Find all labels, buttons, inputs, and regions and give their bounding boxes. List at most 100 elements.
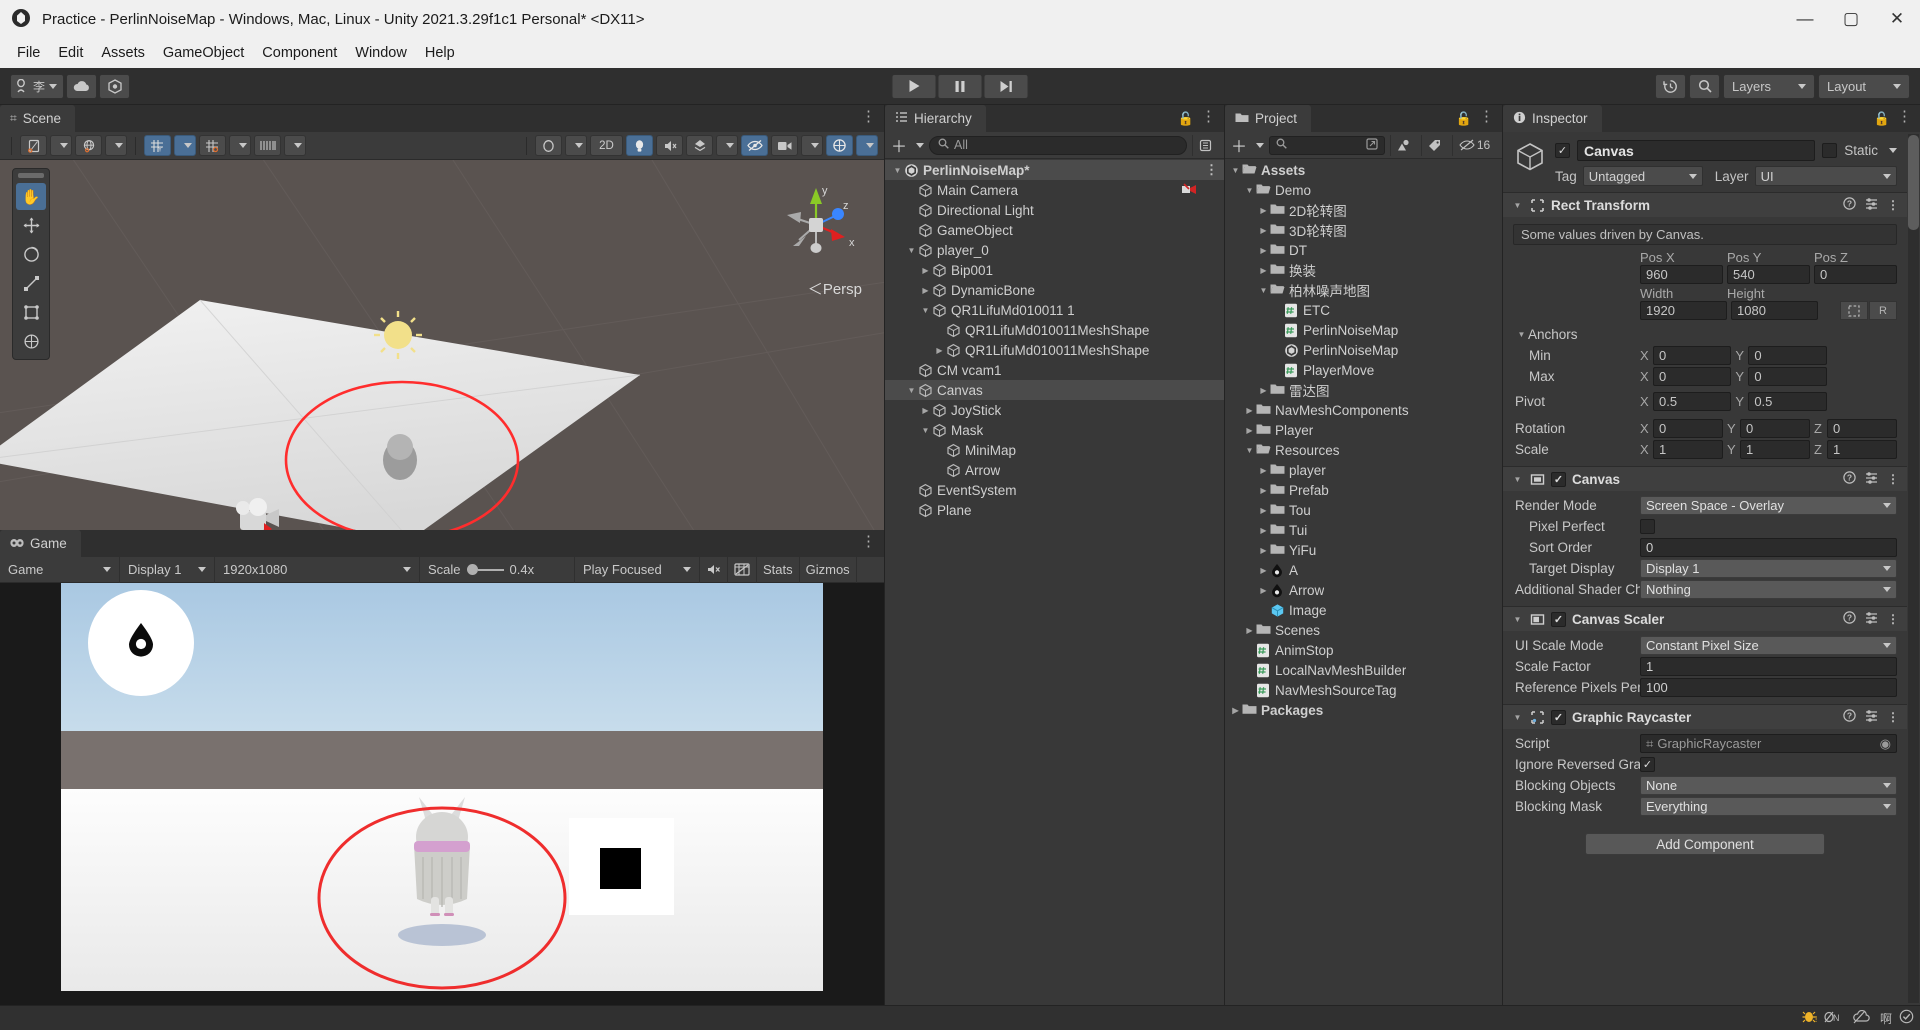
graphic-raycaster-enabled-checkbox[interactable]: ✓ (1551, 709, 1566, 725)
project-item-a[interactable]: ▶ A (1225, 560, 1502, 580)
project-item-etc[interactable]: ETC (1225, 300, 1502, 320)
hierarchy-row-menu-dots[interactable]: ⋮ (1205, 163, 1218, 176)
twisty-toggle[interactable]: ▶ (1257, 466, 1270, 475)
hierarchy-item-player-0[interactable]: ▼ player_0 (885, 240, 1224, 260)
game-display-mode-dropdown[interactable]: Game (0, 556, 120, 583)
width-field[interactable]: 1920 (1640, 301, 1727, 320)
tab-game[interactable]: Game (0, 530, 81, 557)
step-button[interactable] (983, 73, 1029, 99)
effects-toggle-icon[interactable] (686, 135, 713, 156)
game-playfocus-dropdown[interactable]: Play Focused (575, 556, 700, 583)
gameobject-name-input[interactable]: Canvas (1577, 140, 1816, 161)
project-item-packages[interactable]: ▶ Packages (1225, 700, 1502, 720)
draw-mode-dropdown[interactable] (565, 135, 587, 156)
field-dropdown[interactable]: Everything (1640, 797, 1897, 816)
collapse-twisty[interactable]: ▼ (1511, 201, 1524, 210)
ready-icon[interactable] (1899, 1009, 1914, 1027)
hierarchy-item-perlinnoisemap-[interactable]: ▼ PerlinNoiseMap* ⋮ (885, 160, 1224, 180)
twisty-toggle[interactable]: ▼ (919, 426, 932, 435)
menu-help[interactable]: Help (416, 41, 464, 65)
canvas-header[interactable]: ▼ ✓ Canvas? ⋮ (1503, 467, 1907, 491)
game-renderdoc-icon[interactable] (728, 556, 757, 583)
rotate-tool-button[interactable] (16, 241, 46, 268)
effects-dropdown[interactable] (716, 135, 738, 156)
tab-project[interactable]: Project (1225, 105, 1312, 132)
twisty-toggle[interactable]: ▶ (919, 266, 932, 275)
twisty-toggle[interactable]: ▶ (919, 286, 932, 295)
component-menu-dots[interactable]: ⋮ (1887, 472, 1899, 486)
pivot-x-field[interactable]: 0.5 (1653, 392, 1732, 411)
hierarchy-lock-icon[interactable]: 🔓 (1178, 111, 1194, 127)
field-object-reference[interactable]: ⌗ GraphicRaycaster ◉ (1640, 734, 1897, 753)
anchor-preset-button[interactable] (1840, 301, 1868, 320)
field-dropdown[interactable]: None (1640, 776, 1897, 795)
static-dropdown[interactable]: Static (1844, 143, 1897, 158)
hierarchy-item-arrow[interactable]: Arrow (885, 460, 1224, 480)
project-item-3d-[interactable]: ▶ 3D轮转图 (1225, 220, 1502, 240)
field-dropdown[interactable]: Screen Space - Overlay (1640, 496, 1897, 515)
component-menu-dots[interactable]: ⋮ (1887, 198, 1899, 212)
component-menu-dots[interactable]: ⋮ (1887, 710, 1899, 724)
graphic-raycaster-header[interactable]: ▼ ✓ Graphic Raycaster? ⋮ (1503, 705, 1907, 729)
hierarchy-menu-dots[interactable]: ⋮ (1201, 109, 1216, 124)
twisty-toggle[interactable]: ▶ (1243, 626, 1256, 635)
twisty-toggle[interactable]: ▶ (933, 346, 946, 355)
project-hidden-packages-button[interactable]: 16 (1452, 134, 1496, 156)
scale-x-field[interactable]: 1 (1653, 440, 1723, 459)
layers-dropdown[interactable]: Layers (1723, 73, 1815, 99)
rect-tool-button[interactable] (16, 299, 46, 326)
tag-dropdown[interactable]: Untagged (1582, 166, 1703, 186)
tab-scene[interactable]: ⌗ Scene (0, 105, 76, 132)
project-add-button[interactable]: ＋ (1231, 133, 1265, 157)
audio-toggle-icon[interactable] (656, 135, 683, 156)
twisty-toggle[interactable]: ▼ (1229, 166, 1242, 175)
hierarchy-search-input[interactable]: All (929, 135, 1187, 155)
hierarchy-filter-button[interactable] (1192, 134, 1218, 156)
hierarchy-item-cm-vcam1[interactable]: CM vcam1 (885, 360, 1224, 380)
twisty-toggle[interactable]: ▼ (905, 386, 918, 395)
cloud-button[interactable] (66, 73, 98, 99)
anchor-min-x-field[interactable]: 0 (1653, 346, 1732, 365)
project-item-image[interactable]: Image (1225, 600, 1502, 620)
project-item-perlinnoisemap[interactable]: PerlinNoiseMap (1225, 340, 1502, 360)
pivot-dropdown[interactable] (50, 135, 72, 156)
field-dropdown[interactable]: Display 1 (1640, 559, 1897, 578)
anchor-max-y-field[interactable]: 0 (1748, 367, 1827, 386)
height-field[interactable]: 1080 (1731, 301, 1818, 320)
project-item-yifu[interactable]: ▶ YiFu (1225, 540, 1502, 560)
collapse-twisty[interactable]: ▼ (1511, 615, 1524, 624)
inspector-menu-dots[interactable]: ⋮ (1897, 109, 1912, 124)
tab-hierarchy[interactable]: Hierarchy (885, 105, 986, 132)
project-type-filter-icon[interactable] (1390, 134, 1416, 156)
anchors-foldout[interactable]: ▼ Anchors (1503, 324, 1907, 345)
help-icon[interactable]: ? (1843, 611, 1856, 627)
scene-menu-dots[interactable]: ⋮ (861, 109, 876, 124)
hierarchy-item-minimap[interactable]: MiniMap (885, 440, 1224, 460)
shaded-draw-mode-icon[interactable] (535, 135, 562, 156)
project-item-navmeshsourcetag[interactable]: NavMeshSourceTag (1225, 680, 1502, 700)
hierarchy-item-canvas[interactable]: ▼ Canvas (885, 380, 1224, 400)
visibility-toggle-icon[interactable] (741, 135, 768, 156)
rotation-dropdown[interactable] (105, 135, 127, 156)
palette-drag-handle[interactable] (18, 173, 44, 178)
inspector-scrollbar-track[interactable] (1908, 134, 1919, 1003)
project-item--[interactable]: ▼ 柏林噪声地图 (1225, 280, 1502, 300)
hierarchy-item-gameobject[interactable]: GameObject (885, 220, 1224, 240)
rotation-x-field[interactable]: 0 (1653, 419, 1723, 438)
grid-snap-icon[interactable] (199, 135, 226, 156)
pivot-center-icon[interactable] (20, 135, 47, 156)
hierarchy-item-main-camera[interactable]: Main Camera (885, 180, 1224, 200)
project-item-tui[interactable]: ▶ Tui (1225, 520, 1502, 540)
grid-y-icon[interactable]: Y (144, 135, 171, 156)
game-menu-dots[interactable]: ⋮ (861, 534, 876, 549)
game-gizmos-dropdown[interactable]: Gizmos (800, 556, 857, 583)
unity-services-button[interactable] (99, 73, 131, 99)
project-item-arrow[interactable]: ▶ Arrow (1225, 580, 1502, 600)
cloud-icon[interactable] (1853, 1009, 1873, 1027)
search-icon[interactable] (1689, 73, 1720, 99)
twisty-toggle[interactable]: ▼ (1243, 186, 1256, 195)
layer-dropdown[interactable]: UI (1754, 166, 1897, 186)
add-component-button[interactable]: Add Component (1585, 833, 1825, 855)
project-item-navmeshcomponents[interactable]: ▶ NavMeshComponents (1225, 400, 1502, 420)
game-display-dropdown[interactable]: Display 1 (120, 556, 215, 583)
